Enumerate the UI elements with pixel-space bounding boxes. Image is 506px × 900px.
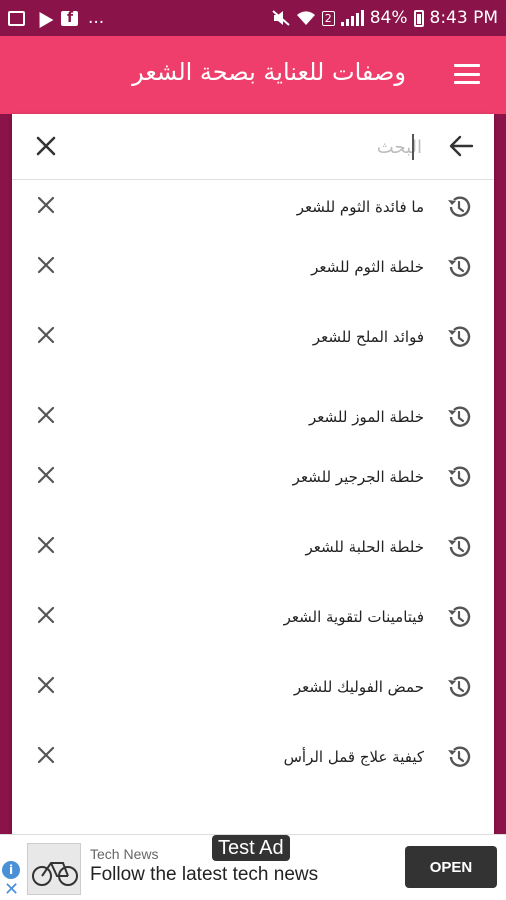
search-input[interactable] (102, 132, 422, 162)
history-item[interactable]: فيتامينات لتقوية الشعر (12, 590, 494, 650)
more-notifications-text: ... (88, 8, 105, 28)
clear-search-icon[interactable] (34, 134, 58, 158)
history-item-label: خلطة الجرجير للشعر (292, 468, 424, 486)
history-icon (448, 746, 471, 767)
ad-source: Tech News (90, 846, 159, 862)
ad-headline: Follow the latest tech news (90, 864, 319, 885)
ad-info-icon[interactable]: i (2, 861, 20, 879)
history-item[interactable]: خلطة الثوم للشعر (12, 240, 494, 300)
history-item[interactable]: حمض الفوليك للشعر (12, 660, 494, 720)
history-item-label: فوائد الملح للشعر (312, 328, 424, 346)
app-bar: وصفات للعناية بصحة الشعر (0, 36, 506, 114)
history-item-label: كيفية علاج قمل الرأس (283, 748, 424, 766)
history-item-label: فيتامينات لتقوية الشعر (283, 608, 424, 626)
app-title: وصفات للعناية بصحة الشعر (132, 58, 406, 86)
back-arrow-icon[interactable] (448, 134, 474, 158)
battery-icon (413, 9, 424, 27)
remove-history-icon[interactable] (36, 675, 56, 695)
gallery-notification-icon (8, 10, 25, 26)
remove-history-icon[interactable] (36, 745, 56, 765)
history-item-label: خلطة الثوم للشعر (311, 258, 424, 276)
test-ad-badge: Test Ad (212, 835, 290, 861)
telegram-notification-icon (32, 7, 54, 29)
clock: 8:43 PM (429, 8, 499, 28)
menu-icon[interactable] (454, 64, 480, 84)
ad-bicycle-image (27, 843, 81, 895)
text-cursor (412, 134, 414, 160)
history-icon (448, 466, 471, 487)
history-item-label: خلطة الموز للشعر (309, 408, 424, 426)
history-icon (448, 326, 471, 347)
search-panel: ما فائدة الثوم للشعر خلطة الثوم للشعر فو… (12, 114, 494, 834)
battery-percent: 84% (369, 8, 408, 28)
history-item[interactable]: خلطة الحلبة للشعر (12, 520, 494, 580)
remove-history-icon[interactable] (36, 535, 56, 555)
remove-history-icon[interactable] (36, 325, 56, 345)
history-item[interactable]: ما فائدة الثوم للشعر (12, 180, 494, 240)
remove-history-icon[interactable] (36, 405, 56, 425)
history-icon (448, 196, 471, 217)
remove-history-icon[interactable] (36, 605, 56, 625)
history-icon (448, 406, 471, 427)
history-item-label: ما فائدة الثوم للشعر (296, 198, 424, 216)
history-item[interactable]: كيفية علاج قمل الرأس (12, 730, 494, 790)
wifi-icon (296, 11, 315, 25)
history-item-label: حمض الفوليك للشعر (293, 678, 424, 696)
history-icon (448, 536, 471, 557)
history-icon (448, 256, 471, 277)
sim-indicator: 2 (321, 10, 335, 26)
remove-history-icon[interactable] (36, 255, 56, 275)
history-item-label: خلطة الحلبة للشعر (305, 538, 424, 556)
ad-banner[interactable]: Test Ad i ✕ Tech News Follow the latest … (0, 834, 506, 900)
history-icon (448, 676, 471, 697)
history-item[interactable]: فوائد الملح للشعر (12, 310, 494, 370)
history-item[interactable]: خلطة الموز للشعر (12, 390, 494, 450)
history-item[interactable]: خلطة الجرجير للشعر (12, 450, 494, 510)
status-bar: ... 2 84% 8:43 PM (0, 0, 506, 36)
ad-close-icon[interactable]: ✕ (4, 881, 19, 899)
mute-icon (272, 10, 290, 26)
ad-open-button[interactable]: OPEN (405, 846, 497, 888)
search-bar (12, 114, 494, 180)
remove-history-icon[interactable] (36, 195, 56, 215)
facebook-notification-icon (61, 10, 78, 26)
signal-icon (340, 10, 364, 26)
history-icon (448, 606, 471, 627)
remove-history-icon[interactable] (36, 465, 56, 485)
